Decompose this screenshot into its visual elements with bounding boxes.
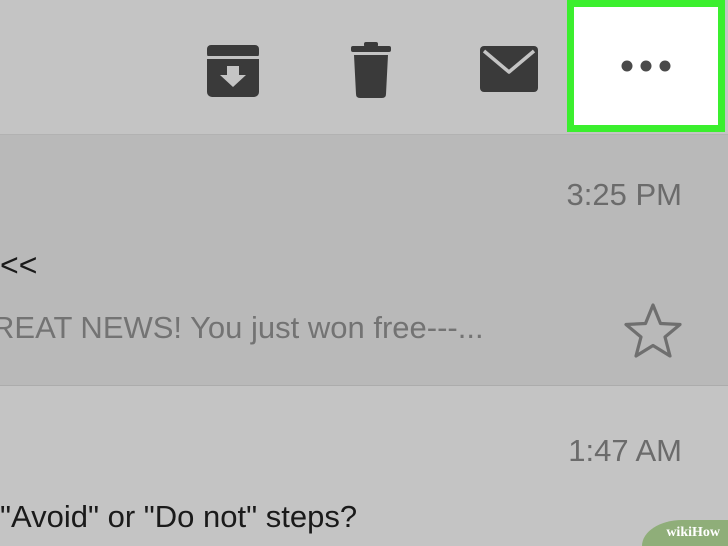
email-time: 1:47 AM xyxy=(568,433,682,468)
email-preview: REAT NEWS! You just won free---... xyxy=(0,310,484,345)
trash-icon xyxy=(351,42,391,98)
more-horizontal-icon xyxy=(621,60,671,72)
trash-button[interactable] xyxy=(340,38,402,102)
email-subject: "Avoid" or "Do not" steps? xyxy=(0,499,358,534)
email-sender: << xyxy=(0,247,38,283)
mark-unread-button[interactable] xyxy=(474,40,544,98)
mail-screen: 3:25 PM << REAT NEWS! You just won free-… xyxy=(0,0,728,546)
more-options-button[interactable] xyxy=(567,0,725,132)
star-outline-icon[interactable] xyxy=(622,301,684,361)
archive-button[interactable] xyxy=(200,40,266,102)
mail-icon xyxy=(480,46,538,92)
message-toolbar xyxy=(0,0,728,135)
email-time: 3:25 PM xyxy=(566,177,682,212)
email-list-item[interactable]: 3:25 PM << REAT NEWS! You just won free-… xyxy=(0,135,728,386)
archive-icon xyxy=(207,45,259,97)
email-list-item[interactable]: 1:47 AM "Avoid" or "Do not" steps? xyxy=(0,387,728,546)
